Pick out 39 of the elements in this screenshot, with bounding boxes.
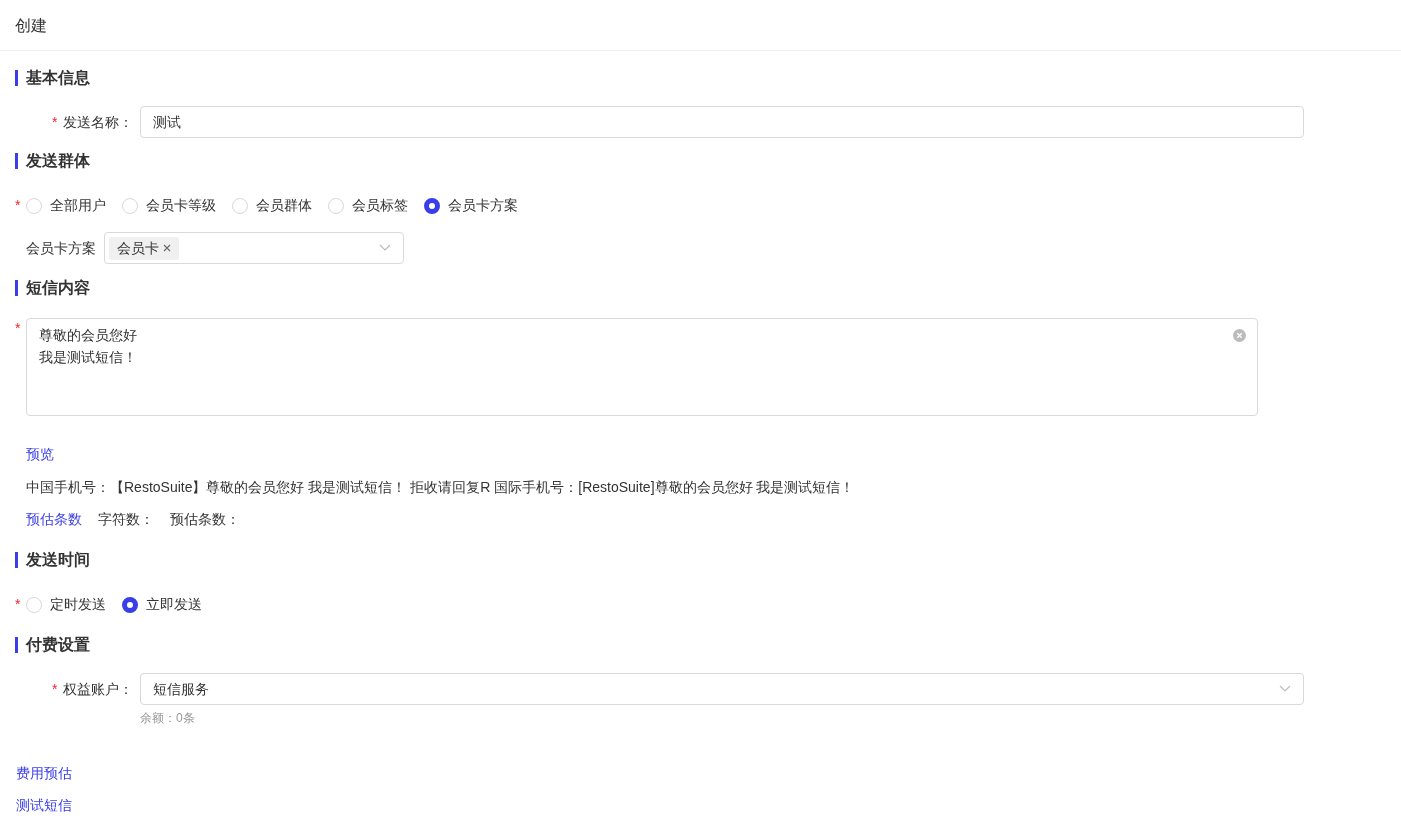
field-label: 权益账户： xyxy=(63,679,133,699)
plan-select[interactable]: 会员卡 xyxy=(104,232,404,264)
required-mark: * xyxy=(15,196,22,215)
required-mark: * xyxy=(52,679,59,699)
section-title: 短信内容 xyxy=(15,280,1401,296)
preview-text: 中国手机号：【RestoSuite】尊敬的会员您好 我是测试短信！ 拒收请回复R 国际手机号：[RestoSuite]尊敬的会员您好 我是测试短信！ xyxy=(26,478,856,497)
message-line: 我是测试短信！ xyxy=(39,349,137,365)
required-mark: * xyxy=(15,319,22,338)
action-link[interactable]: 费用预估 xyxy=(16,763,72,784)
preview-link[interactable]: 预览 xyxy=(26,446,54,462)
radio-option[interactable]: 会员卡等级 xyxy=(122,195,216,216)
text-input[interactable]: 测试 xyxy=(140,106,1304,138)
section-title: 发送群体 xyxy=(15,153,1401,169)
caret-icon xyxy=(379,244,391,252)
field-label: 会员卡方案 xyxy=(26,238,96,258)
section-title: 发送时间 xyxy=(15,552,1401,568)
account-select[interactable]: 短信服务 xyxy=(140,673,1304,705)
radio-option[interactable]: 定时发送 xyxy=(26,594,106,615)
action-link[interactable]: 测试短信 xyxy=(16,795,72,816)
caret-icon xyxy=(1279,685,1291,693)
radio-option[interactable]: 会员标签 xyxy=(328,195,408,216)
field-label: 发送名称： xyxy=(63,112,133,132)
page-title: 创建 xyxy=(0,0,1401,51)
radio-option[interactable]: 会员群体 xyxy=(232,195,312,216)
section-title: 基本信息 xyxy=(15,70,1401,86)
selected-tag[interactable]: 会员卡 xyxy=(109,236,179,260)
radio-option[interactable]: 全部用户 xyxy=(26,195,106,216)
message-line: 尊敬的会员您好 xyxy=(39,327,137,343)
remove-icon[interactable] xyxy=(163,244,171,252)
required-mark: * xyxy=(15,595,22,614)
balance-hint: 余额：0条 xyxy=(140,710,196,727)
message-textarea[interactable]: 尊敬的会员您好 我是测试短信！ xyxy=(26,318,1258,416)
char-count-label: 字符数： xyxy=(98,510,154,529)
radio-option[interactable]: 立即发送 xyxy=(122,594,202,615)
radio-option[interactable]: 会员卡方案 xyxy=(424,195,518,216)
estimate-label: 预估条数： xyxy=(170,510,240,529)
estimate-link[interactable]: 预估条数 xyxy=(26,509,82,530)
required-mark: * xyxy=(52,112,59,132)
section-title: 付费设置 xyxy=(15,637,1401,653)
